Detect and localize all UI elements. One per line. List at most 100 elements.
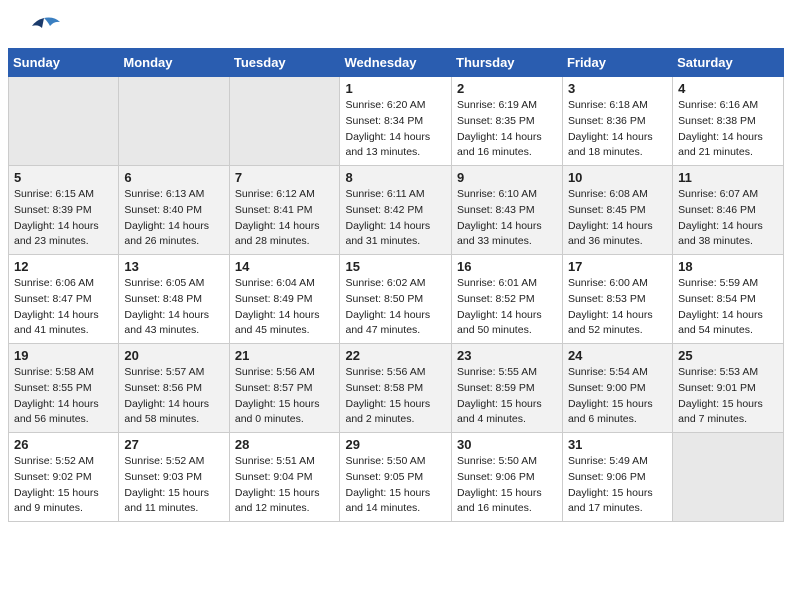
day-info: Sunrise: 5:56 AMSunset: 8:58 PMDaylight:… <box>345 365 446 428</box>
calendar-cell: 9 Sunrise: 6:10 AMSunset: 8:43 PMDaylight… <box>452 166 563 255</box>
day-info: Sunrise: 6:10 AMSunset: 8:43 PMDaylight:… <box>457 187 557 250</box>
calendar-cell: 25 Sunrise: 5:53 AMSunset: 9:01 PMDayligh… <box>673 344 784 433</box>
day-number: 1 <box>345 81 446 96</box>
calendar-cell: 14 Sunrise: 6:04 AMSunset: 8:49 PMDayligh… <box>229 255 340 344</box>
day-number: 16 <box>457 259 557 274</box>
calendar-cell: 4Sunrise: 6:16 AMSunset: 8:38 PMDaylight… <box>673 77 784 166</box>
calendar-week-row: 5 Sunrise: 6:15 AMSunset: 8:39 PMDaylight… <box>9 166 784 255</box>
day-info: Sunrise: 5:51 AMSunset: 9:04 PMDaylight:… <box>235 454 335 517</box>
day-info: Sunrise: 6:00 AMSunset: 8:53 PMDaylight:… <box>568 276 667 339</box>
day-number: 22 <box>345 348 446 363</box>
day-info: Sunrise: 5:58 AMSunset: 8:55 PMDaylight:… <box>14 365 113 428</box>
day-info: Sunrise: 6:05 AMSunset: 8:48 PMDaylight:… <box>124 276 223 339</box>
calendar-cell: 31 Sunrise: 5:49 AMSunset: 9:06 PMDayligh… <box>562 433 672 522</box>
day-info: Sunrise: 6:19 AMSunset: 8:35 PMDaylight:… <box>457 98 557 161</box>
day-info: Sunrise: 5:57 AMSunset: 8:56 PMDaylight:… <box>124 365 223 428</box>
calendar-cell: 11 Sunrise: 6:07 AMSunset: 8:46 PMDayligh… <box>673 166 784 255</box>
calendar-cell: 5 Sunrise: 6:15 AMSunset: 8:39 PMDaylight… <box>9 166 119 255</box>
calendar-cell: 23 Sunrise: 5:55 AMSunset: 8:59 PMDayligh… <box>452 344 563 433</box>
day-info: Sunrise: 5:56 AMSunset: 8:57 PMDaylight:… <box>235 365 335 428</box>
calendar-cell <box>229 77 340 166</box>
day-number: 11 <box>678 170 778 185</box>
calendar-week-row: 1 Sunrise: 6:20 AMSunset: 8:34 PMDaylight… <box>9 77 784 166</box>
day-number: 5 <box>14 170 113 185</box>
calendar-cell: 19Sunrise: 5:58 AMSunset: 8:55 PMDayligh… <box>9 344 119 433</box>
calendar-cell: 6 Sunrise: 6:13 AMSunset: 8:40 PMDaylight… <box>119 166 229 255</box>
calendar-cell <box>9 77 119 166</box>
calendar-cell: 3 Sunrise: 6:18 AMSunset: 8:36 PMDaylight… <box>562 77 672 166</box>
day-number: 23 <box>457 348 557 363</box>
calendar-cell: 27 Sunrise: 5:52 AMSunset: 9:03 PMDayligh… <box>119 433 229 522</box>
day-info: Sunrise: 6:01 AMSunset: 8:52 PMDaylight:… <box>457 276 557 339</box>
day-number: 6 <box>124 170 223 185</box>
calendar-cell: 21Sunrise: 5:56 AMSunset: 8:57 PMDayligh… <box>229 344 340 433</box>
day-info: Sunrise: 6:13 AMSunset: 8:40 PMDaylight:… <box>124 187 223 250</box>
day-number: 18 <box>678 259 778 274</box>
day-info: Sunrise: 5:59 AMSunset: 8:54 PMDaylight:… <box>678 276 778 339</box>
weekday-header-wednesday: Wednesday <box>340 49 452 77</box>
day-number: 20 <box>124 348 223 363</box>
calendar-cell: 22 Sunrise: 5:56 AMSunset: 8:58 PMDayligh… <box>340 344 452 433</box>
day-number: 8 <box>345 170 446 185</box>
day-info: Sunrise: 5:52 AMSunset: 9:02 PMDaylight:… <box>14 454 113 517</box>
day-number: 25 <box>678 348 778 363</box>
day-info: Sunrise: 6:06 AMSunset: 8:47 PMDaylight:… <box>14 276 113 339</box>
day-number: 27 <box>124 437 223 452</box>
logo <box>24 18 62 38</box>
weekday-header-saturday: Saturday <box>673 49 784 77</box>
calendar-week-row: 26 Sunrise: 5:52 AMSunset: 9:02 PMDayligh… <box>9 433 784 522</box>
day-info: Sunrise: 5:49 AMSunset: 9:06 PMDaylight:… <box>568 454 667 517</box>
calendar-cell: 29 Sunrise: 5:50 AMSunset: 9:05 PMDayligh… <box>340 433 452 522</box>
calendar-cell: 24 Sunrise: 5:54 AMSunset: 9:00 PMDayligh… <box>562 344 672 433</box>
day-number: 7 <box>235 170 335 185</box>
calendar-cell: 17Sunrise: 6:00 AMSunset: 8:53 PMDayligh… <box>562 255 672 344</box>
day-info: Sunrise: 5:50 AMSunset: 9:05 PMDaylight:… <box>345 454 446 517</box>
day-info: Sunrise: 6:18 AMSunset: 8:36 PMDaylight:… <box>568 98 667 161</box>
calendar-week-row: 19Sunrise: 5:58 AMSunset: 8:55 PMDayligh… <box>9 344 784 433</box>
calendar-cell: 8Sunrise: 6:11 AMSunset: 8:42 PMDaylight… <box>340 166 452 255</box>
weekday-header-monday: Monday <box>119 49 229 77</box>
day-info: Sunrise: 6:20 AMSunset: 8:34 PMDaylight:… <box>345 98 446 161</box>
day-info: Sunrise: 6:07 AMSunset: 8:46 PMDaylight:… <box>678 187 778 250</box>
weekday-header-tuesday: Tuesday <box>229 49 340 77</box>
day-info: Sunrise: 5:53 AMSunset: 9:01 PMDaylight:… <box>678 365 778 428</box>
day-number: 31 <box>568 437 667 452</box>
day-number: 29 <box>345 437 446 452</box>
day-info: Sunrise: 6:04 AMSunset: 8:49 PMDaylight:… <box>235 276 335 339</box>
day-number: 13 <box>124 259 223 274</box>
calendar-cell: 10 Sunrise: 6:08 AMSunset: 8:45 PMDayligh… <box>562 166 672 255</box>
day-number: 15 <box>345 259 446 274</box>
day-number: 30 <box>457 437 557 452</box>
calendar-cell: 2 Sunrise: 6:19 AMSunset: 8:35 PMDaylight… <box>452 77 563 166</box>
day-number: 26 <box>14 437 113 452</box>
weekday-header-sunday: Sunday <box>9 49 119 77</box>
page-header <box>0 0 792 48</box>
day-info: Sunrise: 5:52 AMSunset: 9:03 PMDaylight:… <box>124 454 223 517</box>
calendar-cell: 7 Sunrise: 6:12 AMSunset: 8:41 PMDaylight… <box>229 166 340 255</box>
day-number: 2 <box>457 81 557 96</box>
day-number: 12 <box>14 259 113 274</box>
day-number: 10 <box>568 170 667 185</box>
calendar-cell: 28Sunrise: 5:51 AMSunset: 9:04 PMDayligh… <box>229 433 340 522</box>
weekday-header-friday: Friday <box>562 49 672 77</box>
day-number: 3 <box>568 81 667 96</box>
day-number: 9 <box>457 170 557 185</box>
logo-bird-icon <box>26 16 62 38</box>
weekday-header-row: SundayMondayTuesdayWednesdayThursdayFrid… <box>9 49 784 77</box>
calendar-cell <box>119 77 229 166</box>
day-number: 14 <box>235 259 335 274</box>
weekday-header-thursday: Thursday <box>452 49 563 77</box>
calendar-cell: 15Sunrise: 6:02 AMSunset: 8:50 PMDayligh… <box>340 255 452 344</box>
day-info: Sunrise: 6:15 AMSunset: 8:39 PMDaylight:… <box>14 187 113 250</box>
calendar-cell: 26 Sunrise: 5:52 AMSunset: 9:02 PMDayligh… <box>9 433 119 522</box>
calendar-cell: 12 Sunrise: 6:06 AMSunset: 8:47 PMDayligh… <box>9 255 119 344</box>
day-info: Sunrise: 6:08 AMSunset: 8:45 PMDaylight:… <box>568 187 667 250</box>
calendar-table: SundayMondayTuesdayWednesdayThursdayFrid… <box>8 48 784 522</box>
day-info: Sunrise: 6:16 AMSunset: 8:38 PMDaylight:… <box>678 98 778 161</box>
day-info: Sunrise: 5:50 AMSunset: 9:06 PMDaylight:… <box>457 454 557 517</box>
day-info: Sunrise: 5:54 AMSunset: 9:00 PMDaylight:… <box>568 365 667 428</box>
calendar-cell: 16 Sunrise: 6:01 AMSunset: 8:52 PMDayligh… <box>452 255 563 344</box>
day-info: Sunrise: 6:12 AMSunset: 8:41 PMDaylight:… <box>235 187 335 250</box>
day-info: Sunrise: 5:55 AMSunset: 8:59 PMDaylight:… <box>457 365 557 428</box>
day-number: 24 <box>568 348 667 363</box>
